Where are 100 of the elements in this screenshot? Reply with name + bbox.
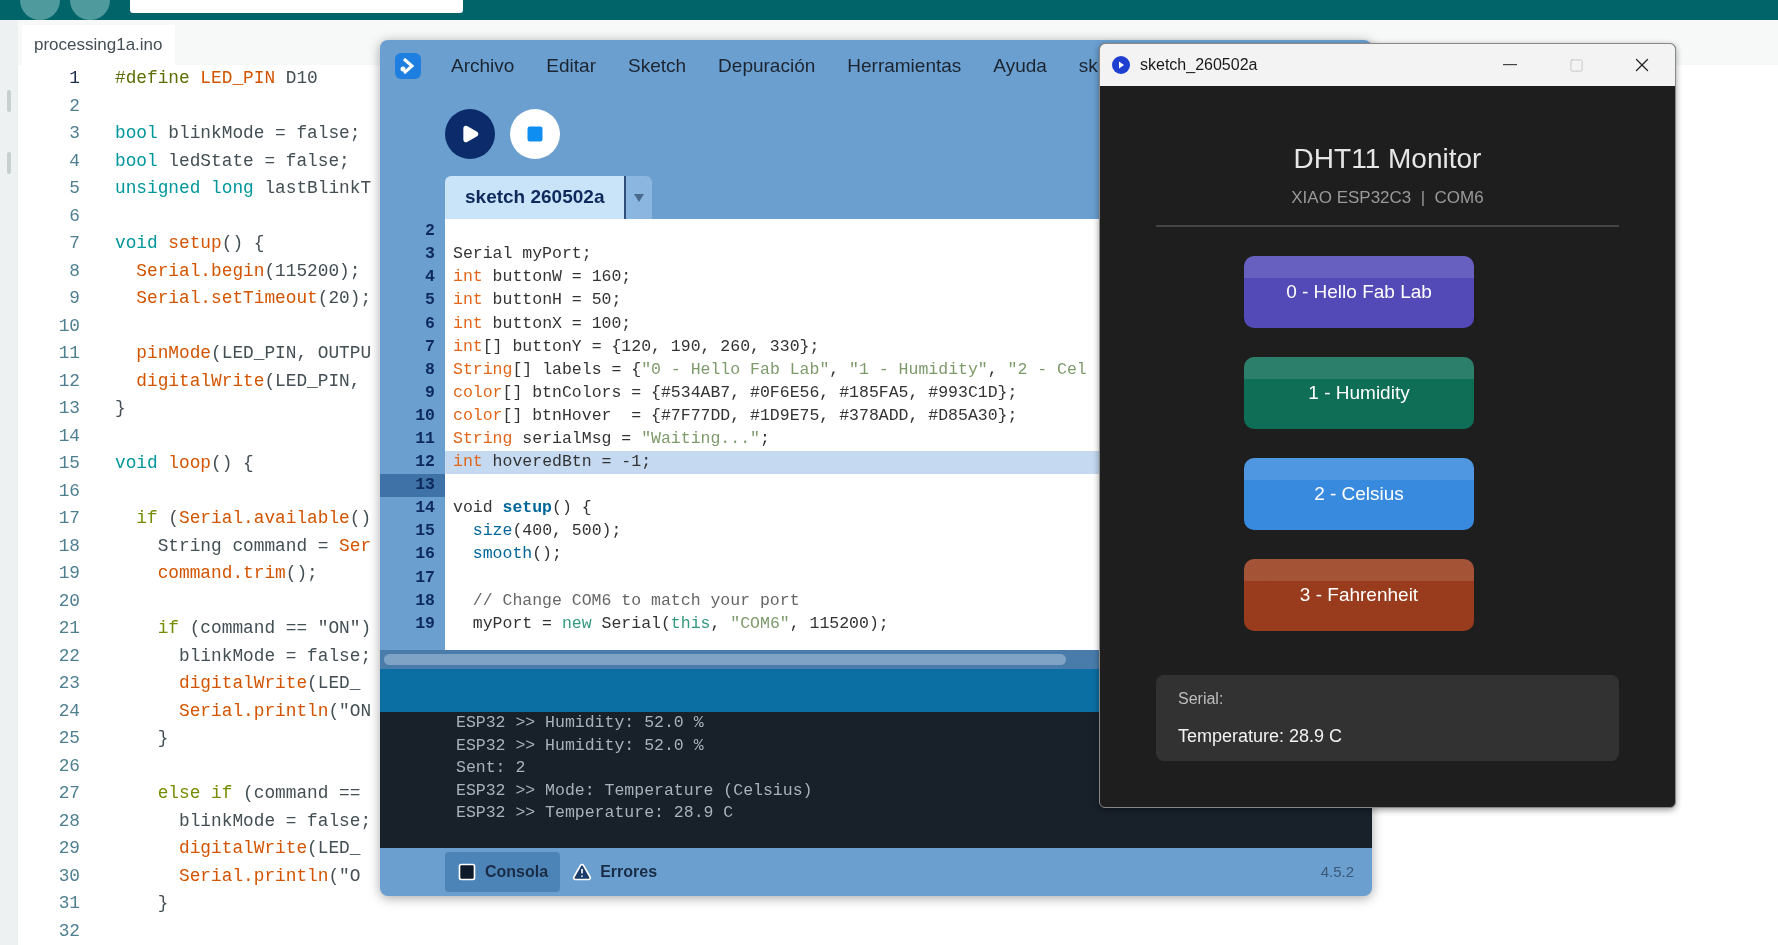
menu-item[interactable]: Editar bbox=[546, 51, 596, 81]
line-number: 11 bbox=[58, 343, 80, 364]
line-number: 8 bbox=[424, 358, 436, 381]
code-line: size(400, 500); bbox=[471, 520, 622, 543]
code-line: void setup() { bbox=[453, 497, 592, 520]
command-button[interactable]: 3 - Fahrenheit bbox=[1244, 559, 1474, 631]
console-line: ESP32 >> Temperature: 28.9 C bbox=[456, 802, 734, 824]
line-number: 28 bbox=[58, 810, 80, 831]
line-number: 32 bbox=[58, 920, 80, 941]
line-number: 18 bbox=[414, 589, 436, 612]
line-number: 2 bbox=[69, 95, 80, 116]
line-number: 14 bbox=[414, 497, 436, 520]
code-line: void setup() { bbox=[115, 232, 265, 256]
code-line: bool ledState = false; bbox=[115, 149, 350, 173]
command-button[interactable]: 0 - Hello Fab Lab bbox=[1244, 256, 1474, 328]
line-number: 21 bbox=[58, 618, 80, 639]
app-icon bbox=[1112, 56, 1130, 74]
code-line: if (Serial.available() bbox=[135, 507, 372, 531]
line-number: 24 bbox=[58, 700, 80, 721]
console-line: Sent: 2 bbox=[456, 757, 526, 779]
line-number: 7 bbox=[424, 335, 436, 358]
line-number: 30 bbox=[58, 865, 80, 886]
minimize-icon bbox=[1503, 64, 1517, 66]
line-number: 27 bbox=[58, 783, 80, 804]
line-number: 22 bbox=[58, 645, 80, 666]
line-number: 6 bbox=[69, 205, 80, 226]
line-number: 11 bbox=[414, 428, 436, 450]
line-number: 15 bbox=[414, 520, 436, 543]
code-line: unsigned long lastBlinkT bbox=[115, 177, 372, 201]
version-label: 4.5.2 bbox=[1320, 861, 1354, 882]
line-number: 6 bbox=[424, 312, 436, 335]
line-number: 17 bbox=[58, 508, 80, 529]
line-number: 7 bbox=[69, 233, 80, 254]
line-number: 29 bbox=[58, 838, 80, 859]
code-line: String command = Ser bbox=[156, 534, 372, 558]
line-number: 23 bbox=[58, 673, 80, 694]
line-number: 12 bbox=[58, 370, 80, 391]
code-line: Serial.println("ON bbox=[178, 699, 372, 723]
code-line: bool blinkMode = false; bbox=[115, 122, 361, 146]
console-line: ESP32 >> Humidity: 52.0 % bbox=[456, 734, 704, 757]
line-number: 19 bbox=[414, 612, 436, 635]
code-line: Serial.println("O bbox=[178, 864, 361, 888]
code-line: int hoveredBtn = -1; bbox=[453, 451, 652, 474]
menu-item[interactable]: Ayuda bbox=[993, 51, 1047, 81]
code-line: // Change COM6 to match your port bbox=[471, 589, 800, 612]
tab-menu-button[interactable] bbox=[626, 176, 653, 219]
play-icon bbox=[460, 124, 480, 144]
code-line: } bbox=[156, 892, 169, 916]
line-number: 9 bbox=[69, 288, 80, 309]
menu-item[interactable]: Herramientas bbox=[847, 51, 962, 81]
line-number: 12 bbox=[414, 451, 436, 474]
line-number: 16 bbox=[414, 543, 436, 566]
line-number: 4 bbox=[424, 266, 436, 289]
code-line: blinkMode = false; bbox=[178, 809, 372, 833]
code-line: void loop() { bbox=[115, 452, 254, 476]
menu-item[interactable]: sk bbox=[1078, 51, 1098, 81]
code-line: command.trim(); bbox=[156, 562, 318, 586]
code-line: String[] labels = {"0 - Hello Fab Lab", "1 - Humidity", "2 - Cel bbox=[453, 358, 1087, 381]
code-line: else if (command == bbox=[156, 782, 361, 806]
warning-icon bbox=[572, 862, 593, 882]
stop-button[interactable] bbox=[510, 109, 560, 159]
run-button[interactable] bbox=[445, 109, 495, 159]
menu-item[interactable]: Archivo bbox=[451, 51, 515, 81]
code-line: digitalWrite(LED_ bbox=[178, 837, 361, 861]
line-number: 15 bbox=[58, 453, 80, 474]
code-line: } bbox=[115, 397, 126, 421]
line-number: 25 bbox=[58, 728, 80, 749]
line-number: 8 bbox=[69, 260, 80, 281]
line-number: 1 bbox=[69, 68, 80, 89]
line-number: 5 bbox=[69, 178, 80, 199]
file-tab[interactable]: processing1a.ino bbox=[22, 25, 175, 65]
code-line: color[] btnColors = {#534AB7, #0F6E56, #185FA5, #993C1D}; bbox=[453, 381, 1018, 404]
command-button[interactable]: 1 - Humidity bbox=[1244, 357, 1474, 429]
code-line: color[] btnHover = {#7F77DD, #1D9E75, #378ADD, #D85A30}; bbox=[453, 404, 1018, 427]
caret-icon bbox=[634, 193, 645, 202]
line-number: 9 bbox=[424, 381, 436, 404]
window-title: sketch_260502a bbox=[1140, 55, 1258, 75]
line-number: 17 bbox=[414, 566, 436, 589]
line-number: 5 bbox=[424, 289, 436, 312]
line-number: 2 bbox=[424, 220, 436, 243]
serial-label: Serial: bbox=[1178, 688, 1224, 709]
command-button[interactable]: 2 - Celsius bbox=[1244, 458, 1474, 530]
console-tab[interactable]: Errores bbox=[560, 852, 670, 892]
code-line: int buttonW = 160; bbox=[453, 266, 632, 289]
serial-message: Temperature: 28.9 C bbox=[1178, 724, 1343, 748]
console-line: ESP32 >> Mode: Temperature (Celsius) bbox=[456, 779, 813, 802]
code-line: smooth(); bbox=[471, 543, 562, 566]
line-number: 3 bbox=[424, 243, 436, 266]
line-number: 16 bbox=[58, 480, 80, 501]
console-tab[interactable]: Consola bbox=[445, 852, 561, 892]
menu-item[interactable]: Depuración bbox=[718, 51, 816, 81]
code-line: int[] buttonY = {120, 190, 260, 330}; bbox=[453, 335, 820, 358]
menu-item[interactable]: Sketch bbox=[628, 51, 687, 81]
line-number: 20 bbox=[58, 590, 80, 611]
code-line: pinMode(LED_PIN, OUTPU bbox=[135, 342, 372, 366]
code-line: String serialMsg = "Waiting..."; bbox=[453, 428, 770, 450]
code-line: Serial myPort; bbox=[453, 243, 592, 266]
code-line: } bbox=[156, 727, 169, 751]
sketch-tab[interactable]: sketch 260502a bbox=[445, 176, 625, 219]
line-number: 18 bbox=[58, 535, 80, 556]
